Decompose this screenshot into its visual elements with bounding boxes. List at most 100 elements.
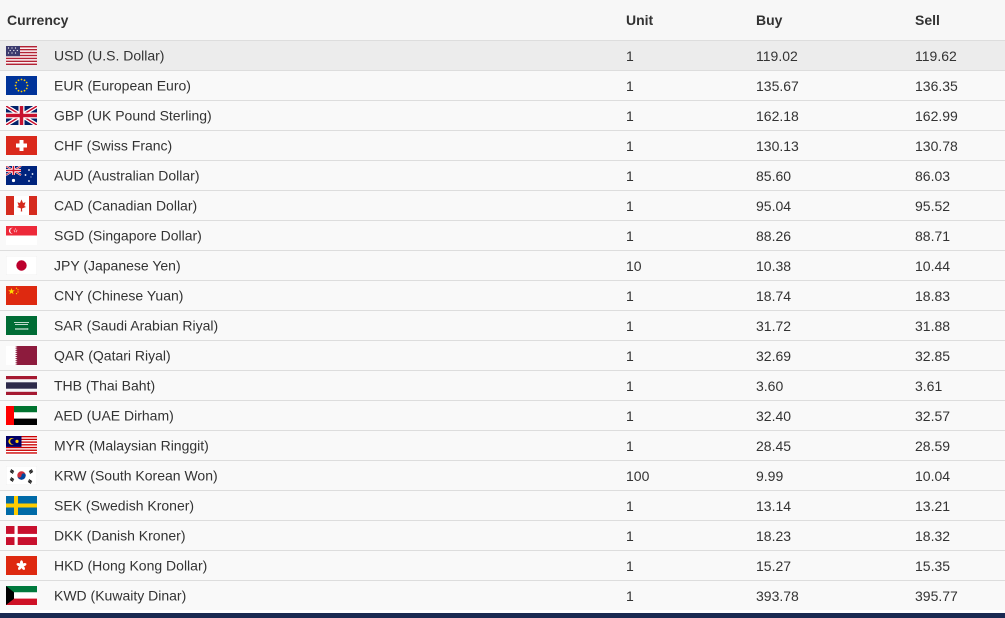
buy-rate-cell: 15.27 <box>750 550 915 581</box>
currency-cell: USD (U.S. Dollar) <box>0 40 619 71</box>
currency-name: MYR (Malaysian Ringgit) <box>54 437 209 454</box>
table-row[interactable]: HKD (Hong Kong Dollar) 1 15.27 15.35 <box>0 550 1005 581</box>
currency-cell: QAR (Qatari Riyal) <box>0 340 619 371</box>
buy-rate-cell: 32.69 <box>750 340 915 371</box>
column-header-sell[interactable]: Sell <box>915 0 1005 41</box>
currency-name: THB (Thai Baht) <box>54 377 156 394</box>
sell-rate-cell: 395.77 <box>915 580 1005 610</box>
buy-rate-cell: 3.60 <box>750 370 915 401</box>
japan-flag-icon <box>6 256 37 275</box>
uae-flag-icon <box>6 406 37 425</box>
currency-cell: KWD (Kuwaity Dinar) <box>0 580 619 610</box>
australia-flag-icon <box>6 166 37 185</box>
table-row[interactable]: JPY (Japanese Yen) 10 10.38 10.44 <box>0 250 1005 281</box>
currency-name: GBP (UK Pound Sterling) <box>54 107 212 124</box>
currency-cell: CAD (Canadian Dollar) <box>0 190 619 221</box>
table-body: USD (U.S. Dollar) 1 119.02 119.62 EUR (Europ… <box>0 40 1005 610</box>
table-row[interactable]: CAD (Canadian Dollar) 1 95.04 95.52 <box>0 190 1005 221</box>
kuwait-flag-icon <box>6 586 37 605</box>
currency-name: DKK (Danish Kroner) <box>54 527 186 544</box>
buy-rate-cell: 13.14 <box>750 490 915 521</box>
buy-rate-cell: 32.40 <box>750 400 915 431</box>
unit-cell: 1 <box>619 100 750 131</box>
table-row[interactable]: GBP (UK Pound Sterling) 1 162.18 162.99 <box>0 100 1005 131</box>
unit-cell: 1 <box>619 190 750 221</box>
column-header-currency[interactable]: Currency <box>0 0 619 41</box>
unit-cell: 1 <box>619 490 750 521</box>
buy-rate-cell: 162.18 <box>750 100 915 131</box>
sell-rate-cell: 10.04 <box>915 460 1005 491</box>
table-row[interactable]: USD (U.S. Dollar) 1 119.02 119.62 <box>0 40 1005 71</box>
sell-rate-cell: 130.78 <box>915 130 1005 161</box>
table-row[interactable]: THB (Thai Baht) 1 3.60 3.61 <box>0 370 1005 401</box>
malaysia-flag-icon <box>6 436 37 455</box>
table-row[interactable]: SGD (Singapore Dollar) 1 88.26 88.71 <box>0 220 1005 251</box>
unit-cell: 1 <box>619 220 750 251</box>
unit-cell: 100 <box>619 460 750 491</box>
currency-cell: SAR (Saudi Arabian Riyal) <box>0 310 619 341</box>
unit-cell: 1 <box>619 280 750 311</box>
currency-name: KRW (South Korean Won) <box>54 467 218 484</box>
buy-rate-cell: 135.67 <box>750 70 915 101</box>
currency-name: HKD (Hong Kong Dollar) <box>54 557 208 574</box>
table-row[interactable]: AUD (Australian Dollar) 1 85.60 86.03 <box>0 160 1005 191</box>
swiss-flag-icon <box>6 136 37 155</box>
currency-cell: AUD (Australian Dollar) <box>0 160 619 191</box>
sell-rate-cell: 88.71 <box>915 220 1005 251</box>
buy-rate-cell: 18.74 <box>750 280 915 311</box>
table-row[interactable]: QAR (Qatari Riyal) 1 32.69 32.85 <box>0 340 1005 371</box>
unit-cell: 1 <box>619 370 750 401</box>
currency-name: AED (UAE Dirham) <box>54 407 174 424</box>
sell-rate-cell: 13.21 <box>915 490 1005 521</box>
unit-cell: 1 <box>619 40 750 71</box>
table-row[interactable]: CNY (Chinese Yuan) 1 18.74 18.83 <box>0 280 1005 311</box>
uk-flag-icon <box>6 106 37 125</box>
canada-flag-icon <box>6 196 37 215</box>
table-row[interactable]: AED (UAE Dirham) 1 32.40 32.57 <box>0 400 1005 431</box>
currency-name: USD (U.S. Dollar) <box>54 47 165 64</box>
unit-cell: 1 <box>619 160 750 191</box>
unit-cell: 1 <box>619 340 750 371</box>
table-header-row: Currency Unit Buy Sell <box>0 0 1005 41</box>
currency-cell: CHF (Swiss Franc) <box>0 130 619 161</box>
currency-name: SAR (Saudi Arabian Riyal) <box>54 317 219 334</box>
buy-rate-cell: 119.02 <box>750 40 915 71</box>
buy-rate-cell: 31.72 <box>750 310 915 341</box>
qatar-flag-icon <box>6 346 37 365</box>
table-row[interactable]: EUR (European Euro) 1 135.67 136.35 <box>0 70 1005 101</box>
column-header-buy[interactable]: Buy <box>750 0 915 41</box>
buy-rate-cell: 28.45 <box>750 430 915 461</box>
table-row[interactable]: SAR (Saudi Arabian Riyal) 1 31.72 31.88 <box>0 310 1005 341</box>
us-flag-icon <box>6 46 37 65</box>
unit-cell: 10 <box>619 250 750 281</box>
sell-rate-cell: 28.59 <box>915 430 1005 461</box>
unit-cell: 1 <box>619 310 750 341</box>
table-row[interactable]: KRW (South Korean Won) 100 9.99 10.04 <box>0 460 1005 491</box>
table-row[interactable]: KWD (Kuwaity Dinar) 1 393.78 395.77 <box>0 580 1005 610</box>
unit-cell: 1 <box>619 580 750 610</box>
table-row[interactable]: MYR (Malaysian Ringgit) 1 28.45 28.59 <box>0 430 1005 461</box>
currency-cell: SGD (Singapore Dollar) <box>0 220 619 251</box>
sell-rate-cell: 119.62 <box>915 40 1005 71</box>
sell-rate-cell: 32.57 <box>915 400 1005 431</box>
column-header-unit[interactable]: Unit <box>619 0 750 41</box>
currency-cell: MYR (Malaysian Ringgit) <box>0 430 619 461</box>
buy-rate-cell: 88.26 <box>750 220 915 251</box>
sell-rate-cell: 136.35 <box>915 70 1005 101</box>
eu-flag-icon <box>6 76 37 95</box>
buy-rate-cell: 393.78 <box>750 580 915 610</box>
table-row[interactable]: SEK (Swedish Kroner) 1 13.14 13.21 <box>0 490 1005 521</box>
sell-rate-cell: 162.99 <box>915 100 1005 131</box>
buy-rate-cell: 130.13 <box>750 130 915 161</box>
buy-rate-cell: 10.38 <box>750 250 915 281</box>
sweden-flag-icon <box>6 496 37 515</box>
table-row[interactable]: CHF (Swiss Franc) 1 130.13 130.78 <box>0 130 1005 161</box>
currency-cell: AED (UAE Dirham) <box>0 400 619 431</box>
china-flag-icon <box>6 286 37 305</box>
currency-name: AUD (Australian Dollar) <box>54 167 200 184</box>
table-row[interactable]: DKK (Danish Kroner) 1 18.23 18.32 <box>0 520 1005 551</box>
buy-rate-cell: 95.04 <box>750 190 915 221</box>
currency-cell: DKK (Danish Kroner) <box>0 520 619 551</box>
bottom-bar <box>0 613 1005 618</box>
unit-cell: 1 <box>619 130 750 161</box>
